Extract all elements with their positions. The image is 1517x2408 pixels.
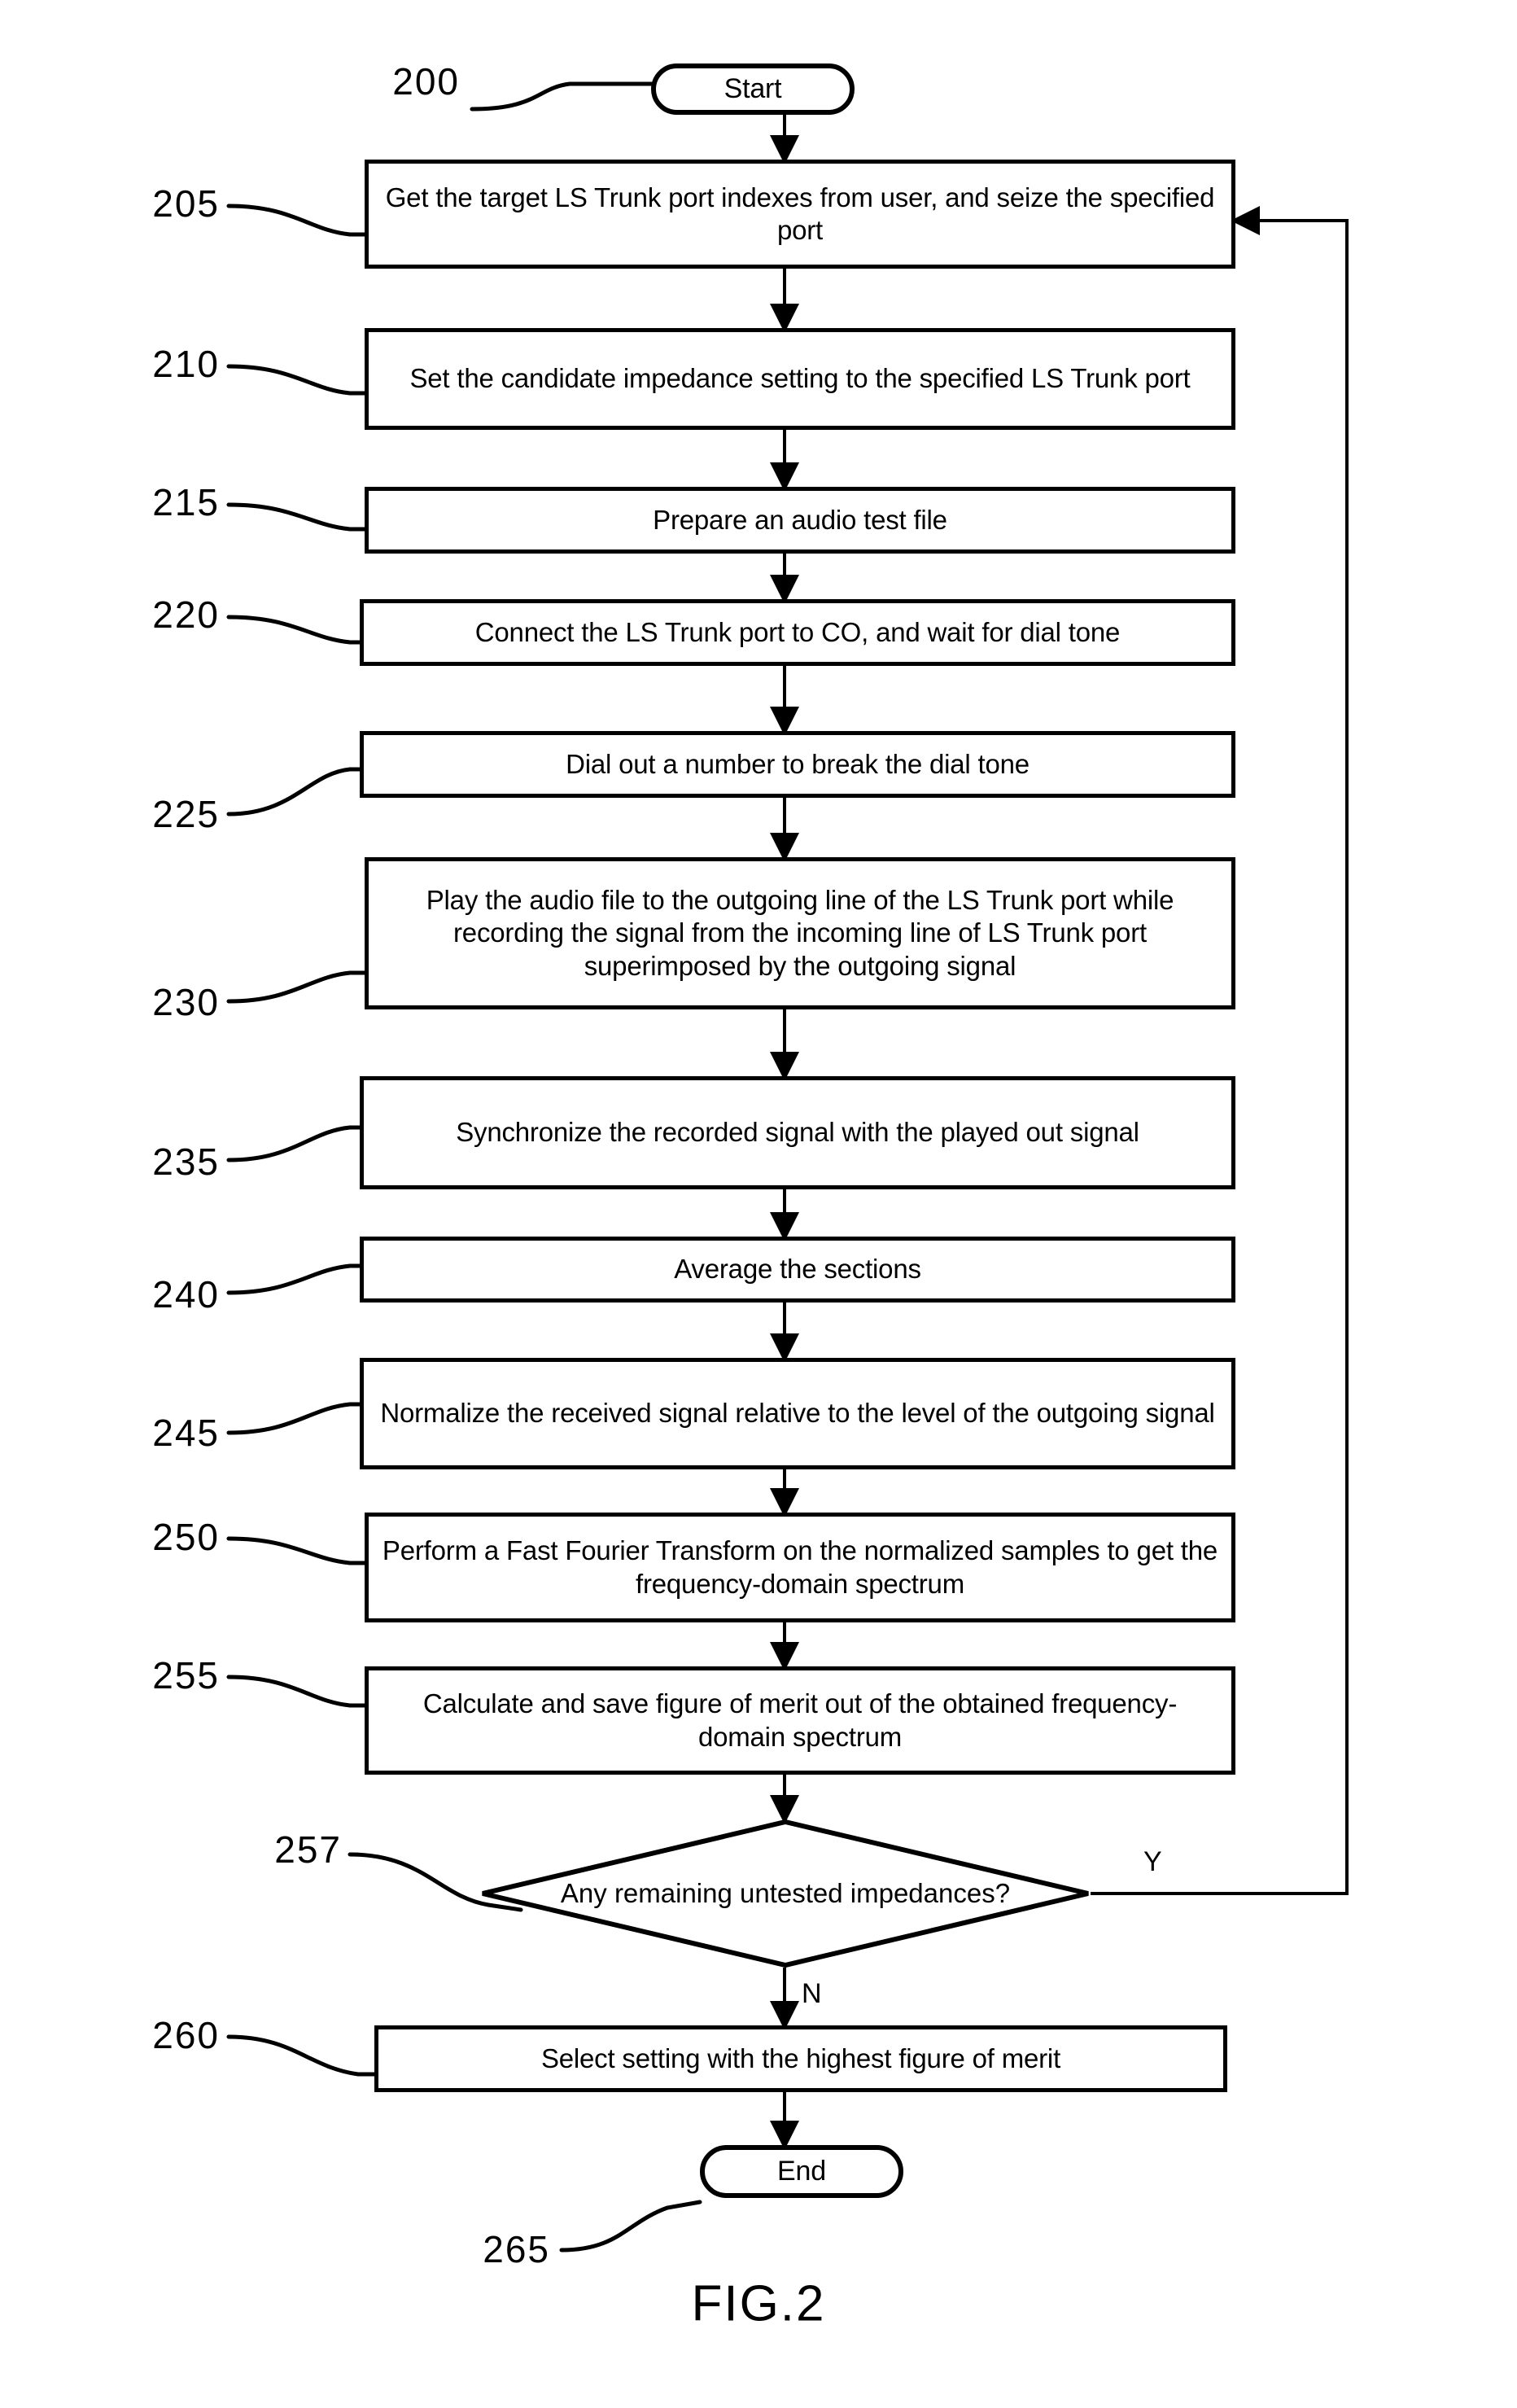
ref-225: 225 (152, 793, 220, 835)
node-205-label: Get the target LS Trunk port indexes fro… (385, 182, 1215, 245)
node-210[interactable]: Set the candidate impedance setting to t… (365, 328, 1235, 430)
leader-205 (226, 204, 367, 237)
leader-250 (226, 1536, 367, 1565)
node-230-label: Play the audio file to the outgoing line… (426, 885, 1174, 981)
leader-215 (226, 502, 367, 532)
ref-200: 200 (392, 60, 460, 103)
node-245[interactable]: Normalize the received signal relative t… (360, 1358, 1235, 1469)
ref-230: 230 (152, 981, 220, 1023)
ref-210: 210 (152, 343, 220, 385)
branch-label-yes: Y (1143, 1846, 1162, 1877)
ref-205: 205 (152, 182, 220, 225)
node-205[interactable]: Get the target LS Trunk port indexes fro… (365, 160, 1235, 269)
node-255[interactable]: Calculate and save figure of merit out o… (365, 1666, 1235, 1775)
node-240-label: Average the sections (674, 1254, 921, 1285)
leader-265 (559, 2200, 702, 2253)
node-start[interactable]: Start (651, 63, 855, 115)
node-255-label: Calculate and save figure of merit out o… (422, 1688, 1178, 1752)
ref-250: 250 (152, 1516, 220, 1558)
node-220[interactable]: Connect the LS Trunk port to CO, and wai… (360, 599, 1235, 666)
ref-260: 260 (152, 2014, 220, 2056)
leader-220 (226, 615, 367, 645)
leader-240 (226, 1263, 367, 1295)
patent-figure-page: Start 200 Get the target LS Trunk port i… (0, 0, 1517, 2408)
node-225-label: Dial out a number to break the dial tone (566, 748, 1030, 779)
node-225[interactable]: Dial out a number to break the dial tone (360, 731, 1235, 798)
leader-245 (226, 1402, 367, 1435)
node-end-label: End (777, 2155, 826, 2187)
leader-225 (226, 767, 367, 817)
node-start-label: Start (724, 72, 782, 104)
ref-255: 255 (152, 1654, 220, 1697)
node-250[interactable]: Perform a Fast Fourier Transform on the … (365, 1513, 1235, 1622)
ref-220: 220 (152, 593, 220, 636)
figure-caption: FIG.2 (691, 2275, 826, 2332)
ref-240: 240 (152, 1273, 220, 1316)
node-215-label: Prepare an audio test file (653, 504, 947, 535)
node-end[interactable]: End (700, 2145, 903, 2198)
ref-257: 257 (274, 1828, 342, 1871)
connector-257-yes-feedback-loop (1091, 206, 1349, 1895)
ref-215: 215 (152, 481, 220, 523)
leader-230 (226, 970, 367, 1004)
node-230[interactable]: Play the audio file to the outgoing line… (365, 857, 1235, 1009)
branch-label-no: N (802, 1978, 822, 2009)
node-215[interactable]: Prepare an audio test file (365, 487, 1235, 554)
node-235[interactable]: Synchronize the recorded signal with the… (360, 1076, 1235, 1189)
leader-255 (226, 1675, 367, 1708)
node-235-label: Synchronize the recorded signal with the… (456, 1117, 1139, 1148)
leader-200 (470, 81, 654, 112)
node-250-label: Perform a Fast Fourier Transform on the … (382, 1535, 1218, 1599)
node-220-label: Connect the LS Trunk port to CO, and wai… (474, 616, 1121, 647)
node-210-label: Set the candidate impedance setting to t… (409, 363, 1191, 394)
leader-260 (226, 2034, 385, 2077)
ref-245: 245 (152, 1412, 220, 1454)
node-240[interactable]: Average the sections (360, 1237, 1235, 1303)
ref-265: 265 (483, 2228, 550, 2270)
node-245-label: Normalize the received signal relative t… (380, 1398, 1215, 1429)
node-260-label: Select setting with the highest figure o… (540, 2042, 1061, 2073)
node-260[interactable]: Select setting with the highest figure o… (374, 2025, 1227, 2092)
node-257[interactable]: Any remaining untested impedances? (480, 1819, 1091, 1968)
decision-diamond-shape (482, 1819, 1089, 1968)
ref-235: 235 (152, 1141, 220, 1183)
leader-235 (226, 1125, 367, 1162)
leader-210 (226, 364, 367, 396)
